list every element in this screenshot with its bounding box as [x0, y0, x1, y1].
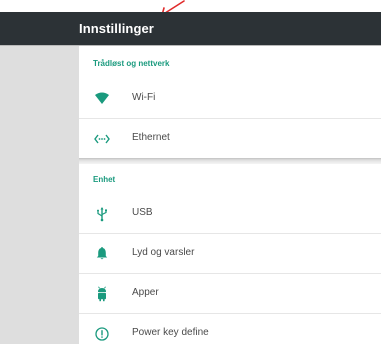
settings-item-label: USB — [132, 207, 153, 218]
settings-item-usb[interactable]: USB — [79, 194, 381, 234]
settings-item-apps[interactable]: Apper — [79, 274, 381, 314]
android-icon — [94, 286, 110, 302]
settings-item-label: Wi-Fi — [132, 92, 156, 103]
left-gutter — [0, 46, 79, 344]
settings-item-label: Apper — [132, 287, 159, 298]
section-wireless-network: Trådløst og nettverk Wi-Fi Ethernet — [79, 46, 381, 158]
settings-item-power-key-define[interactable]: Power key define — [79, 314, 381, 354]
section-header-wireless: Trådløst og nettverk — [93, 59, 170, 68]
settings-item-wifi[interactable]: Wi-Fi — [79, 79, 381, 119]
section-header-device: Enhet — [93, 175, 116, 184]
bell-icon — [94, 246, 110, 262]
settings-item-sound-notifications[interactable]: Lyd og varsler — [79, 234, 381, 274]
ethernet-icon — [94, 131, 110, 147]
wifi-icon — [94, 91, 110, 107]
top-margin — [0, 0, 381, 12]
settings-item-label: Lyd og varsler — [132, 247, 195, 258]
settings-item-ethernet[interactable]: Ethernet — [79, 119, 381, 159]
usb-icon — [94, 206, 110, 222]
page-title: Innstillinger — [79, 21, 154, 36]
info-icon — [94, 326, 110, 342]
settings-item-label: Ethernet — [132, 132, 170, 143]
app-bar: Innstillinger — [0, 12, 381, 46]
settings-item-label: Power key define — [132, 327, 209, 338]
section-device: Enhet USB Lyd og varsler Apper Power key… — [79, 164, 381, 344]
